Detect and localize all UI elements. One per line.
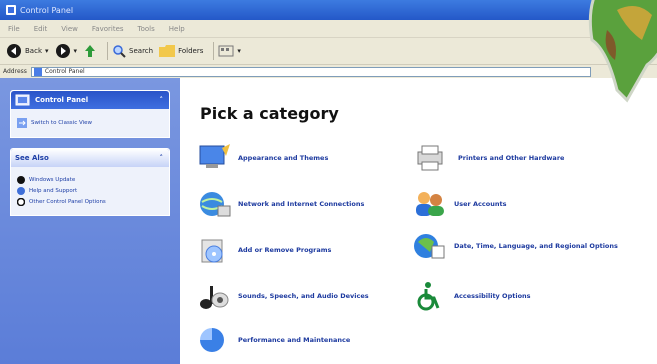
see-also-title: See Also — [15, 154, 49, 162]
menu-help[interactable]: Help — [169, 25, 185, 33]
search-icon — [113, 45, 126, 58]
toolbar-separator — [107, 42, 109, 60]
user-accounts-icon — [416, 192, 444, 216]
accessibility-icon — [417, 282, 440, 311]
category-user-accounts[interactable]: User Accounts — [412, 188, 506, 220]
up-folder-button[interactable] — [83, 44, 97, 58]
south-america-watermark-icon — [588, 0, 657, 103]
switch-view-icon — [17, 118, 27, 128]
help-support-link[interactable]: Help and Support — [17, 187, 163, 195]
chevron-down-icon: ▾ — [73, 47, 78, 55]
views-icon — [218, 45, 234, 57]
date-time-globe-icon — [414, 234, 445, 259]
content-area: Control Panel ˄ Switch to Classic View S… — [0, 78, 657, 364]
performance-maintenance-icon — [200, 328, 224, 352]
address-field[interactable]: Control Panel — [30, 66, 591, 77]
network-globe-icon — [200, 192, 231, 217]
task-pane: Control Panel ˄ Switch to Classic View S… — [0, 78, 180, 364]
folders-button[interactable]: Folders — [159, 45, 203, 57]
control-panel-box: Control Panel ˄ Switch to Classic View — [10, 90, 170, 138]
back-arrow-icon — [7, 44, 21, 58]
accessibility-options-label: Accessibility Options — [454, 292, 531, 300]
switch-view-label: Switch to Classic View — [31, 120, 93, 126]
chevron-down-icon: ▾ — [45, 47, 49, 55]
options-icon — [17, 198, 25, 206]
add-remove-programs-icon — [201, 239, 223, 263]
control-panel-icon — [15, 94, 30, 106]
windows-update-link[interactable]: Windows Update — [17, 176, 163, 184]
control-panel-header[interactable]: Control Panel ˄ — [11, 91, 169, 109]
appearance-themes-icon — [199, 144, 230, 168]
see-also-header[interactable]: See Also ˄ — [11, 149, 169, 167]
category-performance-maintenance[interactable]: Performance and Maintenance — [196, 324, 350, 356]
back-button[interactable]: Back ▾ — [6, 43, 49, 59]
windows-update-icon — [17, 176, 25, 184]
add-remove-programs-label: Add or Remove Programs — [238, 246, 332, 254]
menu-favorites[interactable]: Favorites — [92, 25, 124, 33]
control-panel-icon — [6, 5, 16, 15]
folder-icon — [159, 45, 176, 57]
windows-update-label: Windows Update — [29, 177, 76, 183]
address-label: Address — [3, 68, 27, 75]
other-options-link[interactable]: Other Control Panel Options — [17, 198, 163, 206]
folders-label: Folders — [178, 47, 204, 55]
see-also-body: Windows Update Help and Support Other Co… — [11, 167, 169, 215]
see-also-box: See Also ˄ Windows Update Help and Suppo… — [10, 148, 170, 216]
control-panel-body: Switch to Classic View — [11, 109, 169, 137]
forward-arrow-icon — [55, 44, 70, 58]
menu-tools[interactable]: Tools — [138, 25, 155, 33]
control-panel-title: Control Panel — [35, 96, 89, 104]
help-support-label: Help and Support — [29, 188, 78, 194]
network-internet-label: Network and Internet Connections — [238, 200, 365, 208]
search-button[interactable]: Search — [112, 44, 153, 58]
address-value: Control Panel — [44, 68, 85, 75]
appearance-themes-label: Appearance and Themes — [238, 154, 329, 162]
back-label: Back — [25, 47, 42, 55]
category-date-time-language[interactable]: Date, Time, Language, and Regional Optio… — [412, 230, 618, 262]
printers-hardware-label: Printers and Other Hardware — [458, 154, 565, 162]
category-network-internet[interactable]: Network and Internet Connections — [196, 188, 364, 220]
control-panel-icon — [33, 67, 42, 76]
category-add-remove-programs[interactable]: Add or Remove Programs — [196, 234, 331, 266]
help-icon — [17, 187, 25, 195]
category-sounds-speech-audio[interactable]: Sounds, Speech, and Audio Devices — [196, 280, 369, 312]
search-label: Search — [129, 47, 154, 55]
category-printers-hardware[interactable]: Printers and Other Hardware — [412, 142, 564, 174]
printer-icon — [417, 145, 443, 171]
toolbar-separator — [213, 42, 215, 60]
sounds-speech-icon — [200, 286, 229, 309]
up-folder-icon — [85, 45, 96, 57]
collapse-icon[interactable]: ˄ — [160, 96, 164, 104]
switch-view-link[interactable]: Switch to Classic View — [17, 118, 163, 128]
chevron-down-icon: ▾ — [237, 47, 241, 55]
menu-view[interactable]: View — [61, 25, 78, 33]
category-accessibility-options[interactable]: Accessibility Options — [412, 280, 531, 312]
user-accounts-label: User Accounts — [454, 200, 507, 208]
control-panel-window: Control Panel File Edit View Favorites T… — [0, 0, 657, 364]
views-button[interactable]: ▾ — [218, 45, 241, 57]
menu-file[interactable]: File — [8, 25, 20, 33]
menu-edit[interactable]: Edit — [34, 25, 48, 33]
performance-maintenance-label: Performance and Maintenance — [238, 336, 351, 344]
collapse-icon[interactable]: ˄ — [160, 154, 164, 162]
window-title: Control Panel — [20, 5, 74, 15]
other-options-label: Other Control Panel Options — [29, 199, 106, 205]
date-time-language-label: Date, Time, Language, and Regional Optio… — [454, 241, 618, 250]
category-appearance-themes[interactable]: Appearance and Themes — [196, 142, 328, 174]
sounds-speech-audio-label: Sounds, Speech, and Audio Devices — [238, 292, 369, 300]
main-pane: Pick a category Appearance and Themes Pr… — [180, 78, 657, 364]
page-title: Pick a category — [200, 104, 339, 123]
forward-button[interactable]: ▾ — [55, 43, 78, 59]
